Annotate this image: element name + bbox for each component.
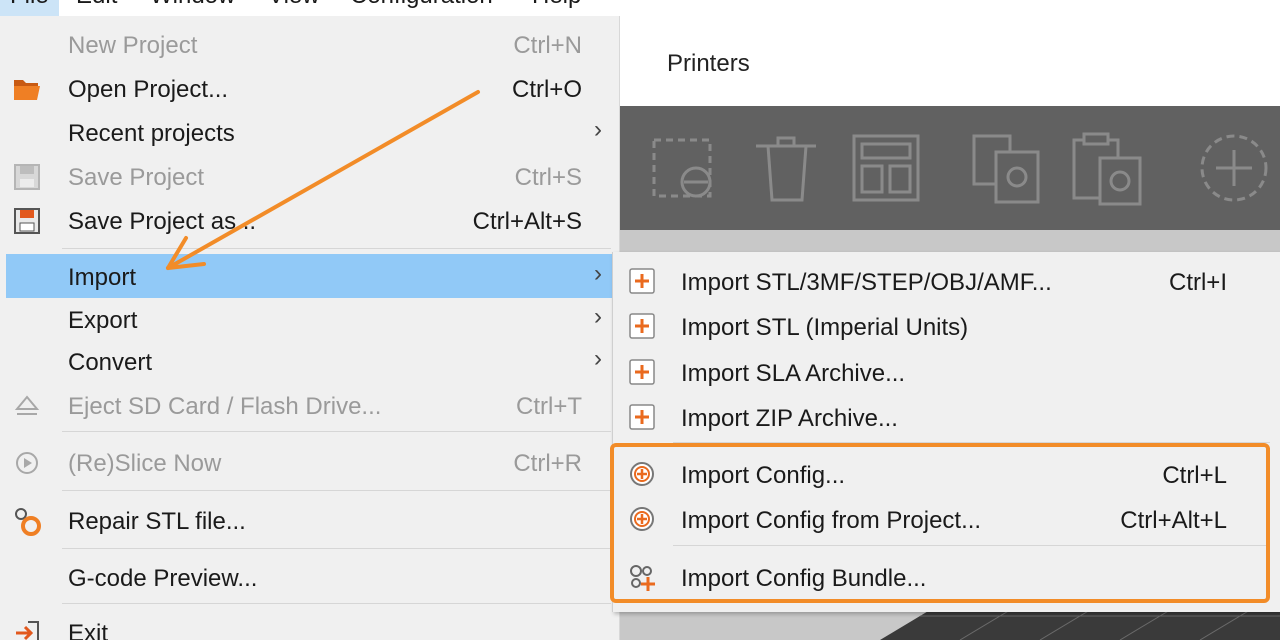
plus-square-icon bbox=[629, 359, 655, 385]
submenu-arrow-icon: › bbox=[594, 260, 602, 287]
menu-item-shortcut: Ctrl+R bbox=[513, 450, 582, 477]
menu-configuration[interactable]: Configuration bbox=[340, 0, 503, 16]
menu-file[interactable]: File bbox=[0, 0, 59, 16]
menu-separator bbox=[62, 248, 611, 249]
submenu-item-import-stl-3mf[interactable]: Import STL/3MF/STEP/OBJ/AMF... Ctrl+I bbox=[617, 258, 1277, 302]
menu-item-reslice-now: (Re)Slice Now Ctrl+R bbox=[6, 440, 612, 484]
menu-separator bbox=[62, 548, 611, 549]
plus-square-icon bbox=[629, 313, 655, 339]
menu-item-label: Import ZIP Archive... bbox=[681, 405, 898, 432]
menu-item-shortcut: Ctrl+O bbox=[511, 76, 582, 103]
menu-item-label: Export bbox=[68, 307, 138, 334]
copy-icon[interactable] bbox=[970, 130, 1050, 206]
menu-item-convert[interactable]: Convert › bbox=[6, 339, 612, 383]
menu-item-label: Repair STL file... bbox=[68, 508, 246, 535]
submenu-item-import-sla-archive[interactable]: Import SLA Archive... bbox=[617, 349, 1277, 393]
menu-edit[interactable]: Edit bbox=[66, 0, 127, 16]
exit-icon bbox=[16, 621, 39, 640]
menu-item-label: Save Project as... bbox=[68, 208, 257, 235]
menu-item-exit[interactable]: Exit bbox=[6, 610, 612, 640]
plus-square-icon bbox=[629, 268, 655, 294]
submenu-item-import-zip-archive[interactable]: Import ZIP Archive... bbox=[617, 394, 1277, 438]
plus-square-icon bbox=[629, 404, 655, 430]
submenu-arrow-icon: › bbox=[594, 345, 602, 372]
menu-separator bbox=[62, 603, 611, 604]
menu-item-save-project: Save Project Ctrl+S bbox=[6, 154, 612, 198]
tab-printers[interactable]: Printers bbox=[667, 50, 750, 78]
add-instance-icon[interactable] bbox=[1194, 130, 1274, 206]
menu-item-export[interactable]: Export › bbox=[6, 297, 612, 341]
menu-item-new-project: New Project Ctrl+N bbox=[6, 22, 612, 66]
menu-item-label: Open Project... bbox=[68, 76, 229, 103]
menu-item-shortcut: Ctrl+T bbox=[516, 393, 582, 420]
menu-item-recent-projects[interactable]: Recent projects › bbox=[6, 110, 612, 154]
menu-separator bbox=[62, 490, 611, 491]
menu-item-label: Import SLA Archive... bbox=[681, 360, 906, 387]
submenu-item-import-stl-imperial[interactable]: Import STL (Imperial Units) bbox=[617, 303, 1277, 347]
menu-item-shortcut: Ctrl+S bbox=[514, 164, 582, 191]
menu-item-label: Convert bbox=[68, 349, 153, 376]
menu-item-shortcut: Ctrl+Alt+S bbox=[472, 208, 582, 235]
save-as-icon bbox=[14, 208, 40, 234]
save-icon bbox=[14, 164, 40, 190]
menu-item-save-project-as[interactable]: Save Project as... Ctrl+Alt+S bbox=[6, 198, 612, 242]
menu-item-label: Save Project bbox=[68, 164, 205, 191]
arrange-icon[interactable] bbox=[648, 130, 728, 206]
menubar: File Edit Window View Configuration Help bbox=[0, 0, 1280, 16]
file-menu: New Project Ctrl+N Open Project... Ctrl+… bbox=[0, 16, 620, 640]
menu-item-label: Eject SD Card / Flash Drive... bbox=[68, 393, 382, 420]
menu-help[interactable]: Help bbox=[522, 0, 591, 16]
menu-item-label: Import bbox=[68, 264, 137, 291]
layout-icon[interactable] bbox=[848, 130, 928, 206]
menu-item-shortcut: Ctrl+N bbox=[513, 32, 582, 59]
folder-icon bbox=[14, 80, 40, 100]
menu-item-repair-stl[interactable]: Repair STL file... bbox=[6, 498, 612, 542]
submenu-arrow-icon: › bbox=[594, 303, 602, 330]
menu-item-open-project[interactable]: Open Project... Ctrl+O bbox=[6, 66, 612, 110]
menu-item-label: Recent projects bbox=[68, 120, 235, 147]
menu-item-label: Import STL (Imperial Units) bbox=[681, 314, 969, 341]
menu-item-label: New Project bbox=[68, 32, 198, 59]
paste-icon[interactable] bbox=[1070, 130, 1150, 206]
menu-item-eject: Eject SD Card / Flash Drive... Ctrl+T bbox=[6, 383, 612, 427]
delete-icon[interactable] bbox=[748, 130, 828, 206]
repair-icon bbox=[15, 508, 41, 536]
menu-item-import[interactable]: Import › bbox=[6, 254, 612, 298]
menu-item-gcode-preview[interactable]: G-code Preview... bbox=[6, 555, 612, 599]
eject-icon bbox=[14, 395, 40, 415]
menu-view[interactable]: View bbox=[258, 0, 330, 16]
submenu-arrow-icon: › bbox=[594, 116, 602, 143]
menu-item-shortcut: Ctrl+I bbox=[1168, 269, 1227, 296]
menu-item-label: Import STL/3MF/STEP/OBJ/AMF... bbox=[681, 269, 1052, 296]
annotation-highlight-box bbox=[610, 443, 1270, 603]
menu-item-label: Exit bbox=[68, 620, 109, 640]
slice-icon bbox=[16, 452, 38, 474]
menu-item-label: (Re)Slice Now bbox=[68, 450, 222, 477]
menu-window[interactable]: Window bbox=[140, 0, 245, 16]
menu-separator bbox=[62, 431, 611, 432]
menu-item-label: G-code Preview... bbox=[68, 565, 258, 592]
